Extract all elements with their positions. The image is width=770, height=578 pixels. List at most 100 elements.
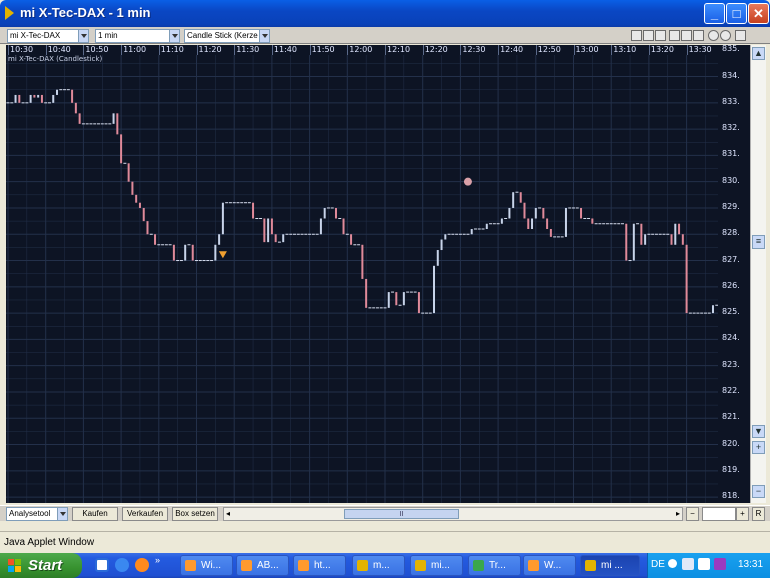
candle-down bbox=[685, 244, 688, 314]
candle-up bbox=[29, 94, 32, 103]
reset-button[interactable]: R bbox=[752, 507, 765, 521]
taskbar-button-label: Tr... bbox=[489, 560, 506, 571]
zoom-out-vertical-button[interactable]: − bbox=[752, 485, 765, 498]
vertical-scrollbar[interactable]: ▲ ≡ ▼ + − bbox=[750, 45, 766, 503]
candle-down bbox=[395, 292, 398, 306]
candle-up bbox=[500, 218, 503, 224]
grid-view-icon[interactable] bbox=[669, 30, 680, 41]
app-tray-icon[interactable] bbox=[714, 558, 726, 570]
candle-down bbox=[580, 207, 583, 219]
draw-line-icon[interactable] bbox=[631, 30, 642, 41]
taskbar-button[interactable]: Wi... bbox=[180, 555, 233, 576]
table-view-icon[interactable] bbox=[693, 30, 704, 41]
time-tick-label: 13:00 bbox=[573, 45, 599, 55]
taskbar-app-icon bbox=[298, 560, 309, 571]
minimize-button[interactable]: _ bbox=[704, 3, 725, 24]
list-view-icon[interactable] bbox=[681, 30, 692, 41]
candle-up bbox=[534, 207, 537, 219]
tray-arrow-icon[interactable] bbox=[668, 559, 677, 568]
interval-select[interactable]: 1 min bbox=[95, 29, 180, 43]
set-box-button[interactable]: Box setzen bbox=[172, 507, 218, 521]
candle-down bbox=[116, 113, 119, 135]
chevron-down-icon bbox=[57, 508, 67, 520]
price-tick-label: 818. bbox=[722, 491, 740, 501]
taskbar-button[interactable]: m... bbox=[352, 555, 405, 576]
horizontal-scroll-thumb[interactable]: II bbox=[344, 509, 459, 519]
candle-up bbox=[184, 244, 187, 261]
taskbar-button-label: W... bbox=[544, 560, 562, 571]
time-tick-label: 12:00 bbox=[347, 45, 373, 55]
zoom-in-vertical-button[interactable]: + bbox=[752, 441, 765, 454]
price-tick-label: 828. bbox=[722, 228, 740, 238]
ie-quicklaunch-icon[interactable] bbox=[115, 558, 129, 572]
settings-icon[interactable] bbox=[720, 30, 731, 41]
taskbar-button[interactable]: mi... bbox=[410, 555, 463, 576]
de-flag-icon[interactable] bbox=[643, 30, 654, 41]
taskbar-button[interactable]: ht... bbox=[293, 555, 346, 576]
candle-down bbox=[191, 244, 194, 261]
time-tick-label: 12:50 bbox=[535, 45, 561, 55]
instrument-select[interactable]: mi X-Tec-DAX bbox=[7, 29, 89, 43]
candle-up bbox=[37, 94, 40, 98]
candle-up bbox=[218, 234, 221, 245]
restore-icon[interactable] bbox=[735, 30, 746, 41]
candle-down bbox=[274, 234, 277, 243]
language-indicator[interactable]: DE bbox=[651, 559, 665, 570]
close-button[interactable]: ✕ bbox=[748, 3, 769, 24]
price-tick-label: 820. bbox=[722, 438, 740, 448]
candle-down bbox=[120, 134, 123, 164]
firefox-quicklaunch-icon[interactable] bbox=[135, 558, 149, 572]
quicklaunch-overflow-icon[interactable]: » bbox=[155, 555, 160, 565]
scroll-down-icon[interactable]: ▼ bbox=[752, 425, 765, 438]
taskbar-button[interactable]: AB... bbox=[236, 555, 289, 576]
scroll-thumb[interactable]: ≡ bbox=[752, 235, 765, 249]
analysis-tool-select[interactable]: Analysetool bbox=[6, 507, 68, 521]
title-bar[interactable]: mi X-Tec-DAX - 1 min _ □ ✕ bbox=[0, 0, 770, 27]
candle-down bbox=[127, 163, 130, 182]
taskbar-button-label: ht... bbox=[314, 560, 331, 571]
taskbar-button[interactable]: mi ... bbox=[580, 555, 640, 576]
java-app-icon bbox=[5, 6, 14, 20]
applet-status-line: Java Applet Window bbox=[0, 531, 770, 553]
text-tool-icon[interactable] bbox=[655, 30, 666, 41]
candlestick-chart[interactable] bbox=[6, 55, 718, 503]
chart-series-label: mi X-Tec-DAX (Candlestick) bbox=[8, 55, 103, 63]
price-tick-label: 826. bbox=[722, 280, 740, 290]
taskbar-button-label: mi ... bbox=[601, 560, 623, 571]
candle-down bbox=[542, 207, 545, 219]
zoom-in-time-button[interactable]: + bbox=[736, 507, 749, 521]
windows-taskbar: Start » Wi... AB... ht... m... mi... Tr... W..… bbox=[0, 553, 770, 578]
horizontal-scrollbar[interactable]: ◂ II ▸ bbox=[223, 507, 683, 521]
candle-up bbox=[402, 292, 405, 306]
price-tick-label: 819. bbox=[722, 464, 740, 474]
sell-button[interactable]: Verkaufen bbox=[122, 507, 168, 521]
scroll-right-icon[interactable]: ▸ bbox=[676, 508, 680, 520]
network-icon[interactable] bbox=[682, 558, 694, 570]
maximize-button[interactable]: □ bbox=[726, 3, 747, 24]
candle-down bbox=[350, 234, 353, 245]
time-tick-label: 10:40 bbox=[45, 45, 71, 55]
candle-down bbox=[523, 202, 526, 219]
candle-down bbox=[417, 292, 420, 314]
candle-up bbox=[512, 192, 515, 208]
time-tick-label: 10:50 bbox=[83, 45, 109, 55]
start-button[interactable]: Start bbox=[0, 553, 82, 578]
system-tray: DE 13:31 bbox=[647, 553, 770, 578]
candle-down bbox=[263, 218, 266, 243]
taskbar-button[interactable]: Tr... bbox=[468, 555, 521, 576]
desktop-quicklaunch-icon[interactable] bbox=[95, 558, 109, 572]
zoom-icon[interactable] bbox=[708, 30, 719, 41]
candle-down bbox=[365, 278, 368, 308]
taskbar-button[interactable]: W... bbox=[523, 555, 576, 576]
volume-icon[interactable] bbox=[698, 558, 710, 570]
buy-button[interactable]: Kaufen bbox=[72, 507, 118, 521]
candle-down bbox=[519, 192, 522, 203]
chart-type-select[interactable]: Candle Stick (Kerze bbox=[184, 29, 270, 43]
chart-type-select-value: Candle Stick (Kerze bbox=[187, 31, 258, 40]
zoom-out-time-button[interactable]: − bbox=[686, 507, 699, 521]
windows-logo-icon bbox=[8, 559, 21, 572]
zoom-level-field[interactable] bbox=[702, 507, 736, 521]
scroll-left-icon[interactable]: ◂ bbox=[226, 508, 230, 520]
scroll-up-icon[interactable]: ▲ bbox=[752, 47, 765, 60]
candle-up bbox=[564, 207, 567, 237]
